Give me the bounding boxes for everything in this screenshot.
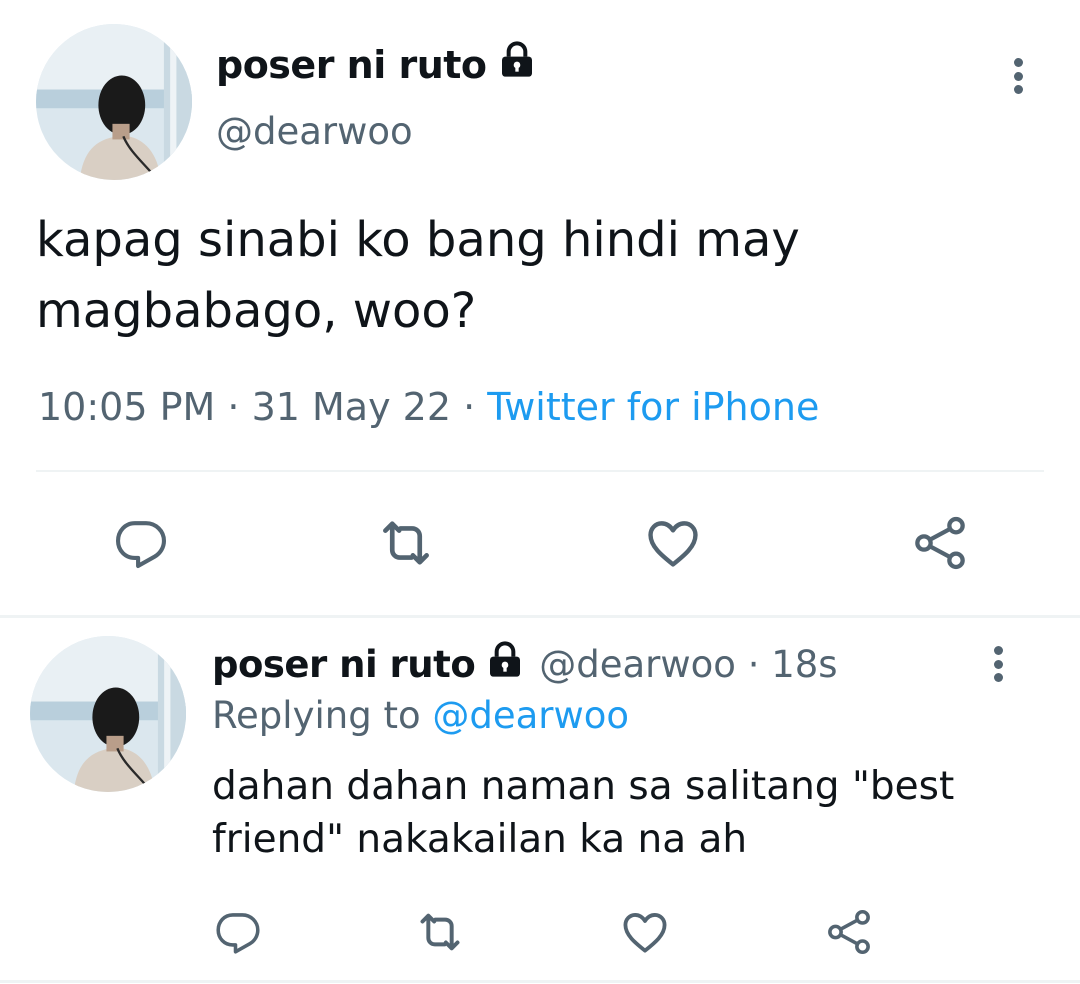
- tweet-date: 31 May 22: [251, 385, 452, 429]
- meta-separator: ·: [463, 385, 476, 429]
- main-tweet-text: kapag sinabi ko bang hindi may magbabago…: [36, 212, 800, 339]
- divider: [36, 470, 1044, 472]
- reply-header: poser ni ruto @dearwoo · 18s: [212, 640, 838, 689]
- like-icon: [623, 912, 667, 953]
- lock-icon: [497, 40, 537, 89]
- bottom-divider: [0, 980, 1080, 983]
- tweet-time: 10:05 PM: [38, 385, 216, 429]
- reply-button[interactable]: [108, 510, 174, 576]
- reply-separator: ·: [747, 643, 760, 686]
- lock-icon: [485, 640, 525, 689]
- like-button[interactable]: [616, 904, 674, 960]
- retweet-icon: [383, 521, 429, 565]
- share-icon: [828, 909, 870, 955]
- retweet-button[interactable]: [370, 510, 442, 576]
- share-icon: [915, 516, 965, 570]
- meta-separator: ·: [227, 385, 240, 429]
- share-button[interactable]: [906, 510, 974, 576]
- display-name-text: poser ni ruto: [216, 42, 487, 87]
- reply-button[interactable]: [210, 904, 266, 960]
- tweet-meta: 10:05 PM · 31 May 22 · Twitter for iPhon…: [38, 385, 819, 429]
- main-handle[interactable]: @dearwoo: [216, 110, 413, 153]
- more-vertical-icon[interactable]: [1012, 58, 1024, 94]
- like-icon: [648, 521, 698, 567]
- reply-handle-text: @dearwoo: [539, 643, 736, 686]
- replying-mention[interactable]: @dearwoo: [432, 694, 629, 737]
- reply-icon: [216, 913, 260, 954]
- main-avatar[interactable]: [36, 24, 192, 180]
- main-display-name[interactable]: poser ni ruto: [216, 40, 537, 89]
- retweet-icon: [420, 913, 460, 951]
- like-button[interactable]: [640, 510, 706, 576]
- replying-to: Replying to @dearwoo: [212, 694, 629, 737]
- tweet-source[interactable]: Twitter for iPhone: [487, 385, 819, 429]
- reply-icon: [115, 521, 167, 569]
- section-divider: [0, 615, 1080, 618]
- reply-display-name[interactable]: poser ni ruto: [212, 643, 476, 686]
- reply-avatar[interactable]: [30, 636, 186, 792]
- reply-tweet-text: dahan dahan naman sa salitang "best frie…: [212, 764, 955, 862]
- reply-handle[interactable]: @dearwoo · 18s: [539, 643, 837, 686]
- share-button[interactable]: [820, 904, 878, 960]
- replying-prefix: Replying to: [212, 694, 421, 737]
- reply-age: 18s: [771, 643, 838, 686]
- retweet-button[interactable]: [410, 904, 470, 960]
- more-vertical-icon[interactable]: [992, 646, 1004, 682]
